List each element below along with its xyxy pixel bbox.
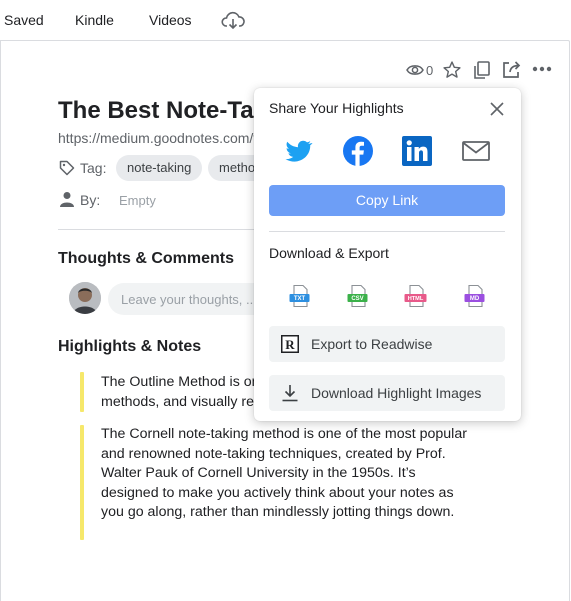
close-icon[interactable] (488, 100, 506, 118)
readwise-icon: R (281, 335, 299, 353)
comments-heading: Thoughts & Comments (58, 250, 234, 267)
copy-icon[interactable] (472, 60, 492, 80)
copy-link-button[interactable]: Copy Link (269, 185, 505, 216)
md-label: MD (470, 296, 480, 302)
nav-saved[interactable]: Saved (4, 12, 44, 28)
linkedin-icon[interactable] (401, 135, 433, 167)
tag-chip[interactable]: note-taking (116, 155, 203, 181)
nav-videos[interactable]: Videos (149, 12, 192, 28)
comment-placeholder: Leave your thoughts, ... (121, 292, 257, 307)
top-nav: Saved Kindle Videos (0, 0, 571, 40)
html-file-icon[interactable]: HTML (404, 284, 428, 308)
highlight-bar (80, 425, 84, 540)
popup-divider (269, 231, 505, 232)
star-icon[interactable] (442, 60, 462, 80)
txt-file-icon[interactable]: TXT (288, 284, 312, 308)
avatar (69, 282, 101, 314)
nav-kindle[interactable]: Kindle (75, 12, 114, 28)
download-heading: Download & Export (269, 245, 389, 261)
facebook-icon[interactable] (342, 135, 374, 167)
html-label: HTML (408, 296, 424, 302)
download-icon (282, 385, 298, 402)
email-icon[interactable] (460, 135, 492, 167)
highlight-text: The Cornell note-taking method is one of… (101, 426, 467, 520)
md-file-icon[interactable]: MD (463, 284, 487, 308)
svg-text:R: R (285, 337, 295, 352)
highlight-bar (80, 372, 84, 412)
share-popup: Share Your Highlights Copy Link Download… (254, 88, 521, 421)
tag-label: Tag: (80, 160, 107, 176)
download-images-label: Download Highlight Images (311, 385, 482, 401)
csv-file-icon[interactable]: CSV (346, 284, 370, 308)
view-count: 0 (426, 63, 434, 78)
csv-label: CSV (351, 296, 363, 302)
author-value: Empty (119, 193, 156, 208)
export-readwise-label: Export to Readwise (311, 336, 433, 352)
more-icon[interactable] (532, 66, 552, 72)
highlights-heading: Highlights & Notes (58, 338, 202, 355)
popup-title: Share Your Highlights (269, 100, 404, 116)
tag-icon (59, 160, 75, 176)
txt-label: TXT (294, 296, 306, 302)
export-readwise-button[interactable]: R Export to Readwise (269, 326, 505, 362)
divider (58, 229, 268, 230)
twitter-icon[interactable] (282, 135, 314, 167)
author-label: By: (80, 192, 101, 208)
cloud-download-icon[interactable] (221, 9, 245, 31)
share-icon[interactable] (501, 60, 522, 80)
eye-icon (406, 65, 424, 75)
avatar-photo (69, 282, 101, 314)
person-icon (60, 192, 74, 207)
download-images-button[interactable]: Download Highlight Images (269, 375, 505, 411)
